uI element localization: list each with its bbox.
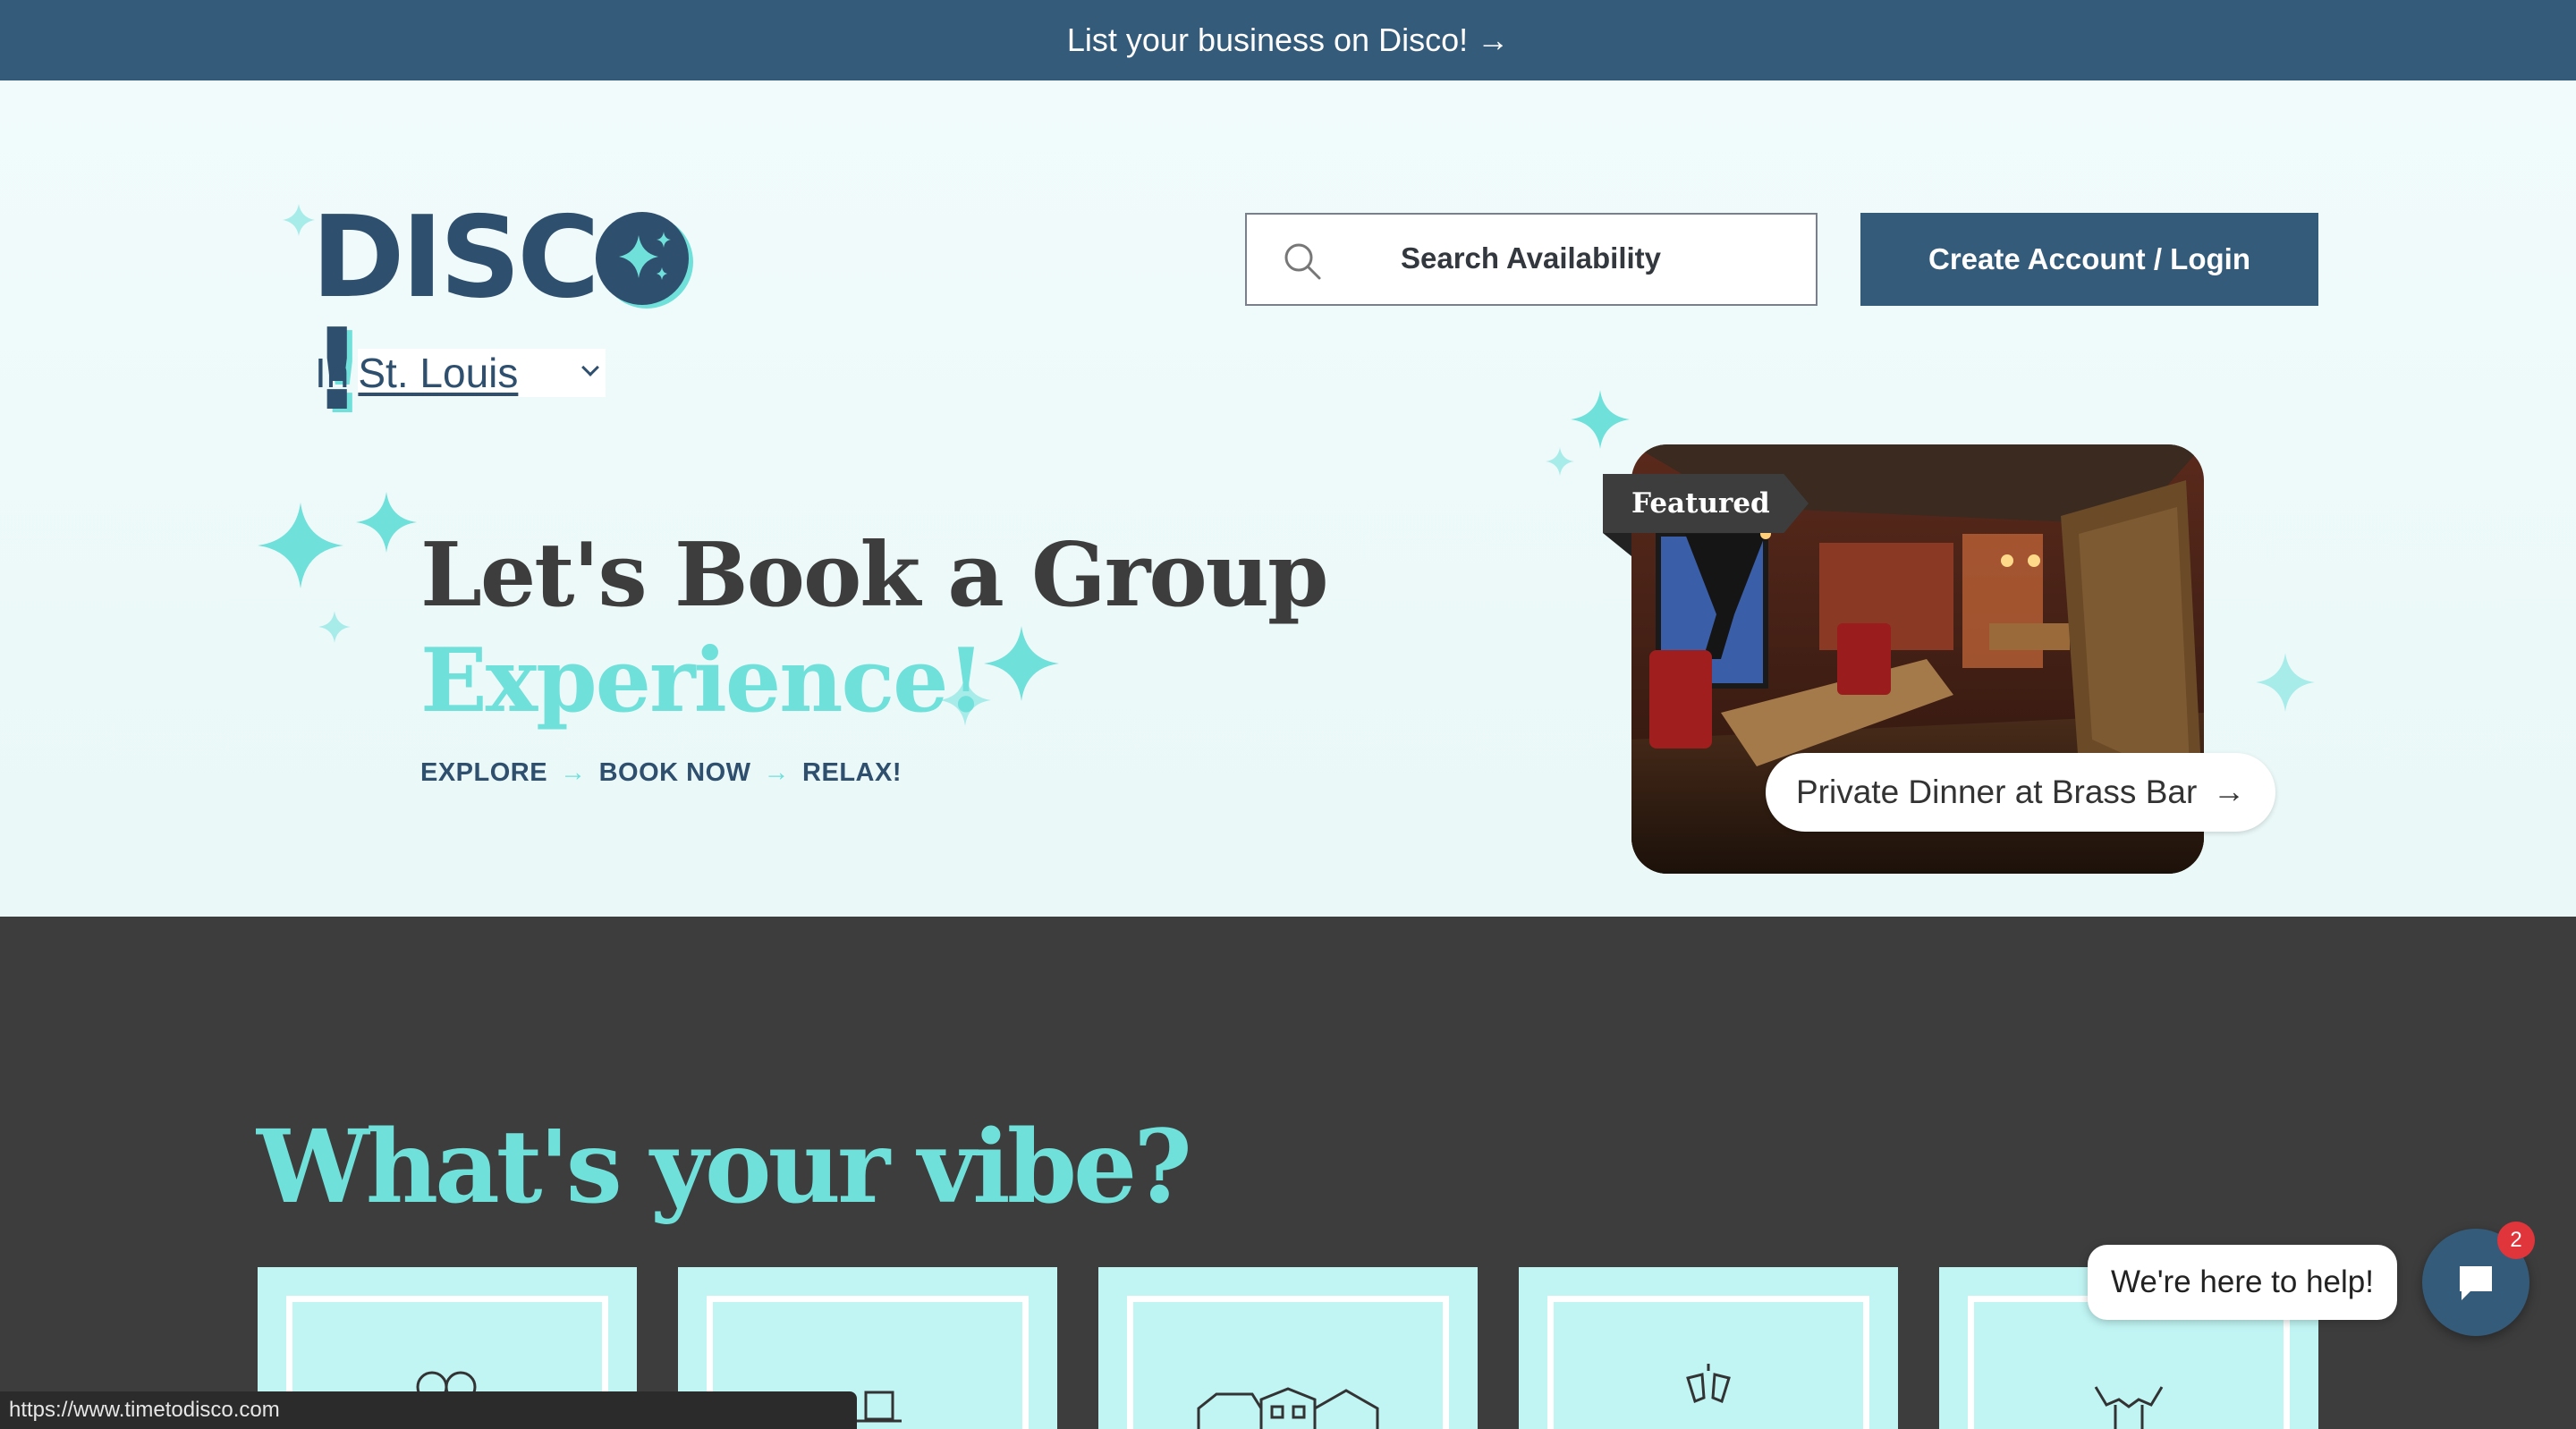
sparkle-icon: [1546, 447, 1574, 476]
search-availability-button[interactable]: Search Availability: [1245, 213, 1818, 306]
sparkle-icon: [2256, 653, 2315, 712]
chat-greeting-bubble[interactable]: We're here to help!: [2088, 1245, 2397, 1320]
houses-icon: [1197, 1387, 1379, 1429]
listing-title: Private Dinner at Brass Bar: [1796, 774, 2198, 810]
featured-tag: Featured: [1603, 474, 1809, 533]
step-arrow-icon: →: [560, 758, 587, 787]
desk-icon: [857, 1391, 902, 1423]
vibe-tile-3[interactable]: [1098, 1267, 1478, 1429]
featured-listing-link[interactable]: Private Dinner at Brass Bar →: [1766, 753, 2275, 832]
hero-headline: Let's Book a Group Experience!: [420, 523, 1328, 734]
city-selector[interactable]: In St. Louis: [315, 349, 606, 397]
search-icon: [1284, 243, 1321, 280]
sparkle-icon: [258, 503, 343, 588]
step-relax: RELAX!: [802, 758, 902, 787]
chat-bubble-icon: [2460, 1266, 2492, 1300]
vibe-title: What's your vibe?: [257, 1109, 1192, 1226]
sparkle-icon: [1571, 390, 1630, 449]
search-label: Search Availability: [1401, 241, 1662, 275]
sparkle-icon: [356, 492, 417, 553]
sparkle-icon: [318, 611, 351, 643]
step-explore: EXPLORE: [420, 758, 548, 787]
create-account-login-button[interactable]: Create Account / Login: [1860, 213, 2318, 306]
browser-status-url: https://www.timetodisco.com: [0, 1391, 857, 1429]
disco-logo[interactable]: DISC!: [311, 125, 714, 427]
chevron-down-icon: [581, 359, 600, 376]
logo-o-mark: [596, 212, 689, 305]
sparkle-icon: [283, 204, 315, 236]
arrow-right-icon: →: [2213, 773, 2245, 809]
vibe-tile-4[interactable]: [1519, 1267, 1898, 1429]
hero-steps: EXPLORE → BOOK NOW → RELAX!: [420, 758, 902, 788]
step-arrow-icon: →: [763, 758, 791, 787]
city-dropdown[interactable]: St. Louis: [358, 349, 606, 397]
featured-tag-fold: [1603, 533, 1631, 556]
step-book-now: BOOK NOW: [598, 758, 751, 787]
headline-line-1: Let's Book a Group: [420, 524, 1328, 627]
promo-banner: List your business on Disco! →: [0, 0, 2576, 80]
list-business-link[interactable]: List your business on Disco! →: [1067, 21, 1509, 59]
celebrate-icon: [2094, 1386, 2164, 1429]
city-prefix: In: [315, 350, 350, 396]
city-name: St. Louis: [358, 350, 519, 396]
headline-line-2: Experience!: [420, 630, 986, 732]
cheers-icon: [1686, 1364, 1731, 1403]
chat-unread-badge: 2: [2497, 1222, 2535, 1259]
